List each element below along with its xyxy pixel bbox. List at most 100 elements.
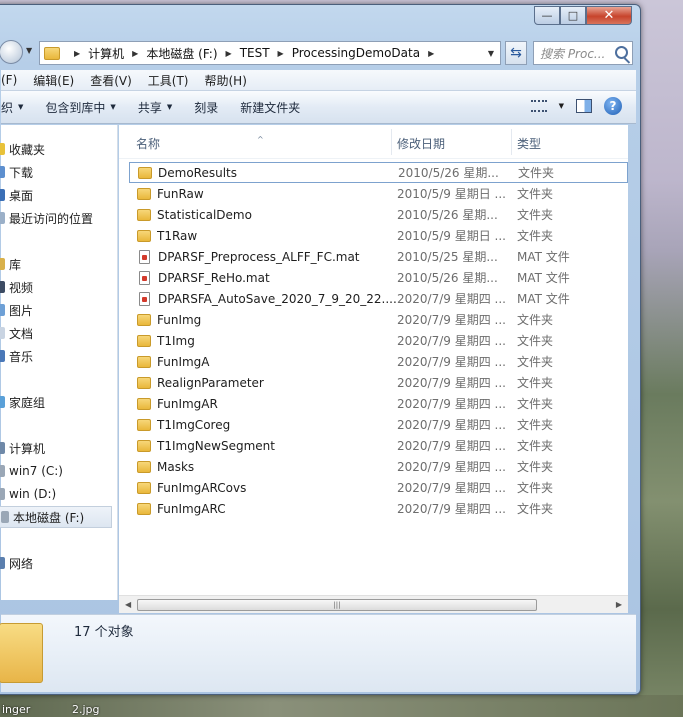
preview-pane-icon[interactable] [576,99,592,113]
file-row[interactable]: FunImgARCovs 2020/7/9 星期四 ... 文件夹 [129,477,628,498]
share-button[interactable]: 共享 ▼ [127,99,183,116]
file-row[interactable]: FunImgARC 2020/7/9 星期四 ... 文件夹 [129,498,628,519]
file-row[interactable]: RealignParameter 2020/7/9 星期四 ... 文件夹 [129,372,628,393]
file-row[interactable]: DemoResults 2010/5/26 星期... 文件夹 [129,162,628,183]
explorer-window: — □ ✕ ▼ ▶ 计算机 ▶ 本地磁盘 (F:) ▶ TEST ▶ Processin… [0,4,641,695]
address-dropdown-icon[interactable]: ▼ [488,49,494,58]
column-header-type[interactable]: 类型 [517,135,541,152]
folder-icon [137,397,151,410]
file-row[interactable]: T1ImgNewSegment 2020/7/9 星期四 ... 文件夹 [129,435,628,456]
chevron-right-icon[interactable]: ▶ [278,49,284,58]
nav-drive-c[interactable]: win7 (C:) [0,461,63,481]
nav-documents[interactable]: 文档 [0,323,33,343]
organize-button[interactable]: 织 ▼ [1,99,34,116]
nav-recent[interactable]: 最近访问的位置 [0,208,93,228]
file-row[interactable]: FunImg 2020/7/9 星期四 ... 文件夹 [129,309,628,330]
chevron-right-icon[interactable]: ▶ [132,49,138,58]
help-icon[interactable]: ? [604,97,622,115]
chevron-right-icon[interactable]: ▶ [74,49,80,58]
nav-homegroup[interactable]: 家庭组 [0,392,45,412]
file-name: DemoResults [158,165,237,180]
drive-icon [0,488,5,500]
nav-downloads[interactable]: 下载 [0,162,33,182]
file-name: RealignParameter [157,375,264,390]
breadcrumb-drive-f[interactable]: 本地磁盘 (F:) [146,45,217,62]
file-name: StatisticalDemo [157,207,252,222]
menu-tools[interactable]: 工具(T) [140,72,197,89]
file-row[interactable]: DPARSFA_AutoSave_2020_7_9_20_22.... 2020/… [129,288,628,309]
menu-file[interactable]: (F) [1,73,25,87]
file-row[interactable]: T1Img 2020/7/9 星期四 ... 文件夹 [129,330,628,351]
close-button[interactable]: ✕ [586,6,632,25]
breadcrumb-computer[interactable]: 计算机 [88,45,124,62]
refresh-icon: ⇆ [510,45,522,61]
nav-drive-f[interactable]: 本地磁盘 (F:) [0,506,112,528]
search-input[interactable]: 搜索 Proc... [533,41,633,65]
scroll-left-icon[interactable]: ◀ [125,600,131,609]
file-row[interactable]: FunImgAR 2020/7/9 星期四 ... 文件夹 [129,393,628,414]
back-button[interactable] [0,40,23,64]
file-row[interactable]: DPARSF_Preprocess_ALFF_FC.mat 2010/5/25 星… [129,246,628,267]
file-type: MAT 文件 [517,250,570,264]
nav-desktop[interactable]: 桌面 [0,185,33,205]
scroll-right-icon[interactable]: ▶ [616,600,622,609]
nav-pictures[interactable]: 图片 [0,300,33,320]
nav-videos[interactable]: 视频 [0,277,33,297]
chevron-right-icon[interactable]: ▶ [226,49,232,58]
horizontal-scrollbar[interactable]: ◀ ||| ▶ [119,595,628,613]
burn-button[interactable]: 刻录 [183,99,229,116]
breadcrumb-processingdemodata[interactable]: ProcessingDemoData [292,46,420,60]
details-pane: 17 个对象 [0,614,636,692]
file-type: 文件夹 [517,481,554,495]
minimize-button[interactable]: — [534,6,560,25]
chevron-right-icon[interactable]: ▶ [428,49,434,58]
nav-computer[interactable]: 计算机 [0,438,45,458]
nav-drive-d[interactable]: win (D:) [0,484,56,504]
refresh-button[interactable]: ⇆ [505,41,527,65]
chevron-down-icon[interactable]: ▼ [559,102,564,110]
maximize-button[interactable]: □ [560,6,586,25]
history-dropdown-icon[interactable]: ▼ [26,46,32,55]
change-view-icon[interactable] [530,100,547,112]
file-row[interactable]: StatisticalDemo 2010/5/26 星期... 文件夹 [129,204,628,225]
breadcrumb-test[interactable]: TEST [240,46,270,60]
file-type: 文件夹 [518,166,555,180]
file-row[interactable]: T1Raw 2010/5/9 星期日 ... 文件夹 [129,225,628,246]
file-row[interactable]: Masks 2020/7/9 星期四 ... 文件夹 [129,456,628,477]
file-row[interactable]: FunImgA 2020/7/9 星期四 ... 文件夹 [129,351,628,372]
chevron-down-icon: ▼ [18,103,24,111]
column-divider[interactable] [391,129,392,155]
search-icon[interactable] [615,46,628,59]
file-name: DPARSF_ReHo.mat [158,270,270,285]
file-date: 2020/7/9 星期四 ... [397,460,506,474]
folder-icon [138,166,152,179]
nav-network[interactable]: 网络 [0,553,33,573]
file-row[interactable]: DPARSF_ReHo.mat 2010/5/26 星期... MAT 文件 [129,267,628,288]
downloads-icon [0,166,5,178]
menu-view[interactable]: 查看(V) [82,72,140,89]
address-bar[interactable]: ▶ 计算机 ▶ 本地磁盘 (F:) ▶ TEST ▶ ProcessingDemoDat… [39,41,501,65]
desktop-icon-label[interactable]: inger [2,703,30,716]
menu-help[interactable]: 帮助(H) [197,72,255,89]
file-name: DPARSFA_AutoSave_2020_7_9_20_22.... [158,291,397,306]
nav-favorites[interactable]: 收藏夹 [0,139,45,159]
include-in-library-button[interactable]: 包含到库中 ▼ [34,99,126,116]
column-divider[interactable] [511,129,512,155]
column-header-name[interactable]: 名称 [136,135,160,152]
new-folder-button[interactable]: 新建文件夹 [229,99,311,116]
nav-libraries[interactable]: 库 [0,254,21,274]
folder-icon [0,623,43,683]
file-type: 文件夹 [517,208,554,222]
file-row[interactable]: T1ImgCoreg 2020/7/9 星期四 ... 文件夹 [129,414,628,435]
column-header-date[interactable]: 修改日期 [397,135,445,152]
nav-music[interactable]: 音乐 [0,346,33,366]
file-row[interactable]: FunRaw 2010/5/9 星期日 ... 文件夹 [129,183,628,204]
menu-edit[interactable]: 编辑(E) [25,72,82,89]
folder-icon [137,460,151,473]
address-row: ▼ ▶ 计算机 ▶ 本地磁盘 (F:) ▶ TEST ▶ ProcessingDemoD… [0,38,642,68]
file-type: MAT 文件 [517,292,570,306]
scrollbar-thumb[interactable]: ||| [137,599,537,611]
drive-icon [0,465,5,477]
file-date: 2020/7/9 星期四 ... [397,376,506,390]
desktop-icon-label[interactable]: 2.jpg [72,703,100,716]
